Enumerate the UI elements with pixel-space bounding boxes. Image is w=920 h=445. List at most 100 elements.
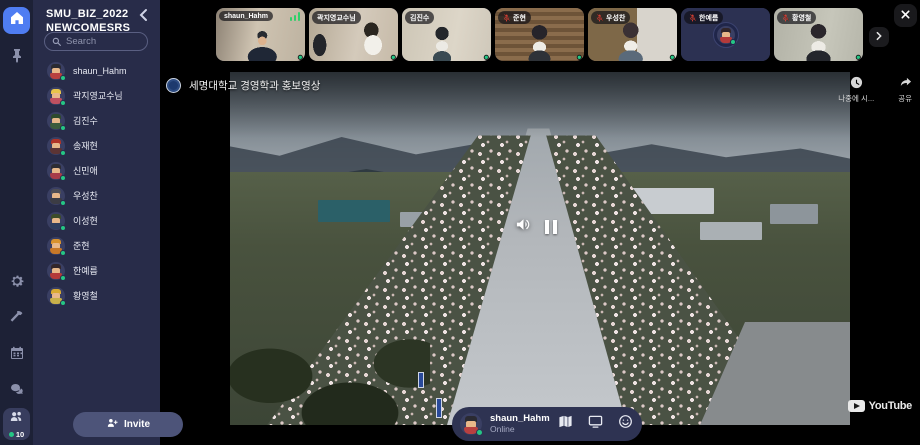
search-icon [52, 33, 61, 51]
share-arrow-icon [899, 76, 912, 91]
youtube-player[interactable]: 세명대학교 경영학과 홍보영상 나중에 시... 공유 YouTube [160, 64, 920, 428]
video-building [318, 200, 390, 222]
participant-name-badge: 곽지영교수님 [312, 11, 361, 24]
member-name: 송재현 [73, 139, 98, 152]
online-dot-icon [60, 225, 66, 231]
member-row[interactable]: 황영철 [33, 283, 160, 308]
member-row[interactable]: 우성찬 [33, 183, 160, 208]
self-avatar [460, 413, 482, 435]
people-icon [9, 409, 24, 429]
participant-name-badge: 황영철 [777, 11, 816, 24]
minimap-icon[interactable] [558, 414, 573, 434]
next-participants-button[interactable] [869, 27, 889, 47]
participant-strip: shaun_Hahm 곽지영교수님 [216, 8, 863, 61]
calendar-icon [9, 345, 25, 366]
chat-icon [9, 381, 25, 402]
participant-name-badge: 한예름 [684, 11, 723, 24]
participant-name-badge: 준현 [498, 11, 531, 24]
build-button[interactable] [3, 306, 30, 333]
volume-icon[interactable] [515, 216, 532, 238]
pin-icon [9, 47, 25, 68]
left-rail: 10 [0, 0, 33, 445]
emote-icon[interactable] [618, 414, 633, 434]
mic-muted-icon [689, 14, 696, 22]
participant-tile[interactable]: 황영철 [774, 8, 863, 61]
invite-button[interactable]: Invite [73, 412, 183, 437]
search-input[interactable] [66, 36, 140, 47]
online-dot-icon [60, 100, 66, 106]
online-dot-icon [577, 55, 582, 60]
online-dot-icon [9, 432, 14, 437]
self-status-bar[interactable]: shaun_Hahm Online [452, 407, 642, 441]
home-icon [9, 10, 25, 31]
self-status: Online [490, 425, 550, 435]
online-dot-icon [60, 200, 66, 206]
pause-icon[interactable] [545, 220, 557, 234]
online-dot-icon [476, 429, 483, 436]
settings-button[interactable] [3, 270, 30, 297]
member-row[interactable]: 이성현 [33, 208, 160, 233]
youtube-logo[interactable]: YouTube [848, 400, 912, 412]
member-avatar [47, 62, 65, 80]
home-button[interactable] [3, 7, 30, 34]
member-row[interactable]: 준현 [33, 233, 160, 258]
screenshare-icon[interactable] [588, 414, 603, 434]
member-avatar [47, 287, 65, 305]
member-row[interactable]: 곽지영교수님 [33, 83, 160, 108]
online-dot-icon [391, 55, 396, 60]
share-button[interactable]: 공유 [898, 76, 912, 104]
online-dot-icon [670, 55, 675, 60]
online-dot-icon [60, 150, 66, 156]
online-dot-icon [484, 55, 489, 60]
online-dot-icon [60, 250, 66, 256]
online-dot-icon [60, 125, 66, 131]
participant-tile[interactable]: 곽지영교수님 [309, 8, 398, 61]
collapse-sidebar-button[interactable] [137, 8, 151, 22]
video-building [700, 222, 762, 240]
participant-name-badge: 우성찬 [591, 11, 630, 24]
channel-logo[interactable] [166, 78, 181, 93]
participant-tile[interactable]: 한예름 [681, 8, 770, 61]
member-avatar [47, 187, 65, 205]
clock-icon [850, 76, 863, 91]
member-list: shaun_Hahm 곽지영교수님 김진수 송재현 신민애 우성찬 [33, 58, 160, 308]
chat-button[interactable] [3, 378, 30, 405]
search-box[interactable] [44, 32, 148, 51]
member-name: 준현 [73, 239, 90, 252]
participant-tile[interactable]: 김진수 [402, 8, 491, 61]
close-video-button[interactable] [894, 4, 917, 27]
member-row[interactable]: shaun_Hahm [33, 58, 160, 83]
member-avatar [47, 137, 65, 155]
participant-name-badge: shaun_Hahm [219, 11, 273, 21]
hammer-icon [9, 309, 25, 330]
gear-icon [9, 273, 25, 294]
member-name: 이성현 [73, 214, 98, 227]
watch-later-button[interactable]: 나중에 시... [838, 76, 874, 104]
participant-tile[interactable]: 우성찬 [588, 8, 677, 61]
member-row[interactable]: 신민애 [33, 158, 160, 183]
close-icon [900, 7, 911, 25]
member-avatar [47, 212, 65, 230]
mic-muted-icon [503, 14, 510, 22]
online-dot-icon [60, 175, 66, 181]
participant-tile[interactable]: shaun_Hahm [216, 8, 305, 61]
member-name: 한예름 [73, 264, 98, 277]
invite-label: Invite [124, 419, 150, 430]
member-name: 김진수 [73, 114, 98, 127]
members-sidebar: SMU_BIZ_2022 NEWCOMESRS shaun_Hahm 곽지영교수… [33, 0, 160, 445]
video-frame [230, 72, 850, 425]
member-row[interactable]: 송재현 [33, 133, 160, 158]
member-avatar [47, 237, 65, 255]
video-banner [436, 398, 442, 418]
calendar-button[interactable] [3, 342, 30, 369]
online-dot-icon [298, 55, 303, 60]
video-title[interactable]: 세명대학교 경영학과 홍보영상 [189, 78, 320, 93]
video-center-controls [515, 216, 557, 238]
pin-button[interactable] [3, 44, 30, 71]
members-panel-button[interactable]: 10 [3, 408, 30, 440]
participant-tile[interactable]: 준현 [495, 8, 584, 61]
video-title-row[interactable]: 세명대학교 경영학과 홍보영상 [166, 78, 320, 93]
online-count: 10 [9, 430, 24, 439]
member-row[interactable]: 한예름 [33, 258, 160, 283]
member-row[interactable]: 김진수 [33, 108, 160, 133]
